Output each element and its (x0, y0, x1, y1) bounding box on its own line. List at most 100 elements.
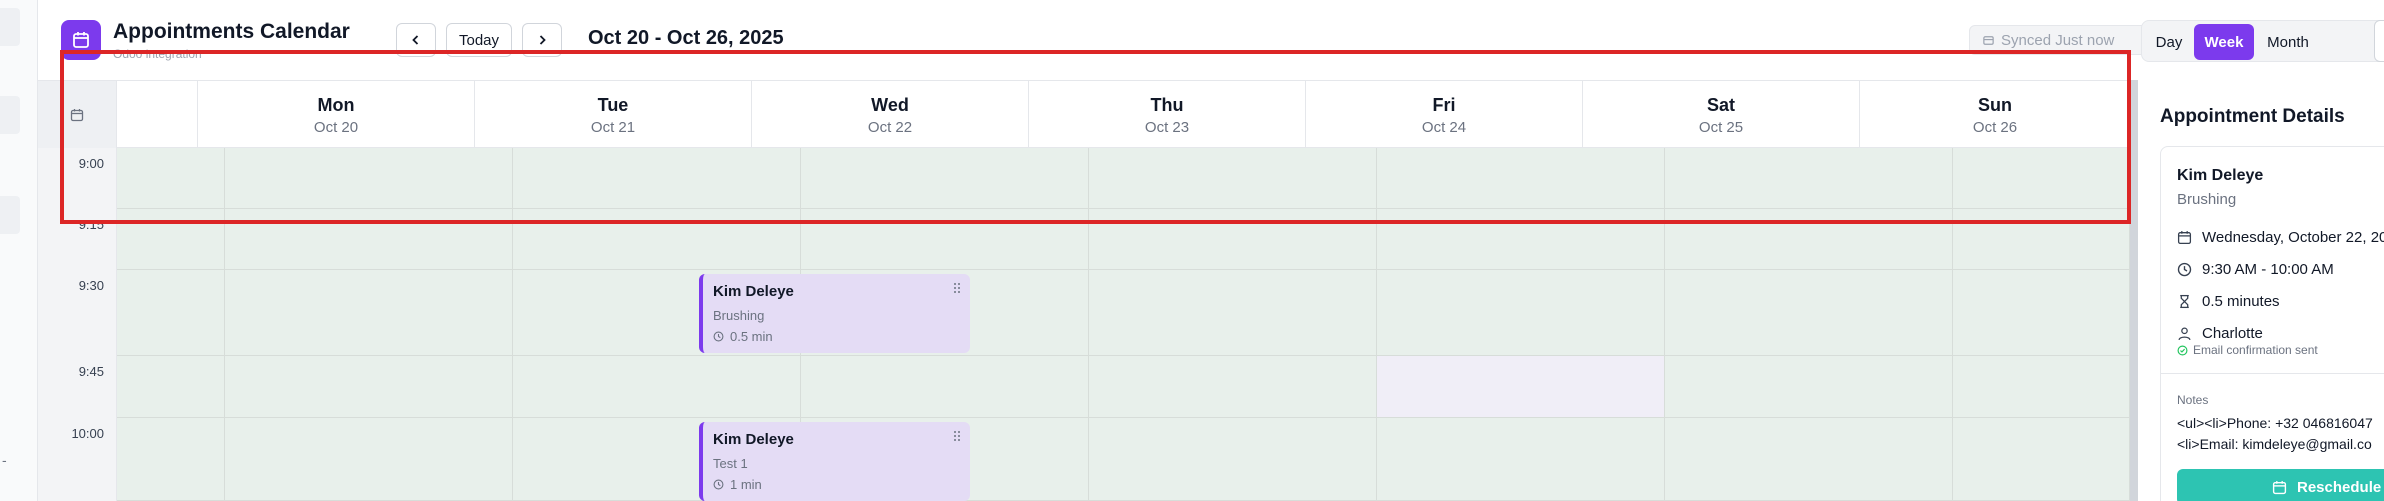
time-slot[interactable] (801, 148, 1089, 209)
detail-time-label: 9:30 AM - 10:00 AM (2202, 261, 2334, 278)
day-header-tue[interactable]: Tue Oct 21 (475, 81, 752, 148)
view-day-button[interactable]: Day (2146, 24, 2192, 60)
calendar-header: Appointments Calendar Odoo integration T… (38, 0, 2384, 80)
view-month-button[interactable]: Month (2256, 24, 2320, 60)
event-service: Brushing (713, 308, 765, 323)
day-name: Tue (597, 95, 629, 115)
time-column: 9:00 9:15 9:30 9:45 10:00 (38, 148, 117, 501)
next-week-button[interactable] (522, 23, 562, 57)
time-slot[interactable] (1953, 270, 2130, 356)
day-name: Sat (1706, 95, 1735, 115)
time-slot[interactable] (801, 356, 1089, 418)
day-date: Oct 26 (1972, 119, 2018, 136)
time-slot[interactable] (225, 418, 513, 501)
day-header-fri[interactable]: Fri Oct 24 (1306, 81, 1583, 148)
drag-handle-icon[interactable] (953, 282, 961, 294)
time-slot[interactable] (1953, 148, 2130, 209)
time-label: 9:45 (78, 364, 104, 379)
day-header-wed[interactable]: Wed Oct 22 (752, 81, 1029, 148)
user-icon (2178, 327, 2191, 341)
today-button[interactable]: Today (446, 23, 512, 57)
time-slot[interactable] (513, 148, 801, 209)
time-slot[interactable] (1665, 418, 1953, 501)
time-slot[interactable] (801, 209, 1089, 270)
app-root: - Appointments Calendar Odoo integration… (0, 0, 2384, 501)
day-header-mon[interactable]: Mon Oct 20 (198, 81, 475, 148)
time-slot[interactable] (225, 148, 513, 209)
detail-staff: Charlotte (2177, 325, 2263, 342)
time-slot[interactable] (1953, 209, 2130, 270)
day-name: Sun (1978, 95, 2012, 115)
reschedule-button[interactable]: Reschedule (2177, 469, 2384, 501)
event-duration: 1 min (713, 477, 960, 492)
view-week-button[interactable]: Week (2194, 24, 2254, 60)
time-slot[interactable] (117, 356, 225, 418)
calendar-icon (2177, 231, 2192, 245)
sidebar-strip: - (0, 0, 38, 501)
time-slot[interactable] (225, 209, 513, 270)
appointment-event[interactable]: Kim Deleye Brushing 0.5 min (699, 274, 970, 353)
clock-icon (713, 479, 724, 490)
week-calendar: Mon Oct 20 Tue Oct 21 Wed Oct 22 Thu Oct… (38, 80, 2138, 501)
time-slot[interactable] (1665, 270, 1953, 356)
day-header-sat[interactable]: Sat Oct 25 (1583, 81, 1860, 148)
slot-grid (117, 148, 2130, 501)
time-slot[interactable] (1953, 356, 2130, 418)
calendar-scrollbar[interactable] (2130, 80, 2138, 501)
time-slot[interactable] (513, 209, 801, 270)
chevron-left-icon (412, 35, 419, 45)
time-slot[interactable] (1089, 209, 1377, 270)
time-slot[interactable] (513, 356, 801, 418)
time-slot[interactable] (1089, 270, 1377, 356)
time-slot[interactable] (1953, 418, 2130, 501)
time-slot[interactable] (117, 270, 225, 356)
time-slot[interactable] (117, 418, 225, 501)
time-slot[interactable] (1665, 209, 1953, 270)
page-subtitle: Odoo integration (113, 47, 202, 61)
day-header-sun[interactable]: Sun Oct 26 (1860, 81, 2130, 148)
time-slot[interactable] (1377, 148, 1665, 209)
check-circle-icon (2177, 345, 2188, 355)
day-name: Thu (1150, 95, 1184, 115)
time-slot[interactable] (1089, 356, 1377, 418)
date-range: Oct 20 - Oct 26, 2025 (588, 27, 784, 49)
day-date: Oct 25 (1698, 119, 1744, 136)
time-slot[interactable] (1377, 209, 1665, 270)
sync-status-label: Synced Just now (2001, 31, 2115, 49)
hourglass-icon (2180, 294, 2189, 309)
sidebar-item[interactable] (0, 196, 20, 234)
time-slot[interactable] (1377, 270, 1665, 356)
detail-time: 9:30 AM - 10:00 AM (2177, 261, 2334, 278)
time-slot[interactable] (1089, 418, 1377, 501)
drag-handle-icon[interactable] (953, 430, 961, 442)
time-slot[interactable] (225, 270, 513, 356)
day-name: Mon (317, 95, 355, 115)
notes-label: Notes (2177, 393, 2209, 407)
time-slot[interactable] (225, 356, 513, 418)
time-slot[interactable] (1377, 418, 1665, 501)
day-header-thu[interactable]: Thu Oct 23 (1029, 81, 1306, 148)
sync-status[interactable]: Synced Just now (1969, 25, 2157, 55)
detail-date-label: Wednesday, October 22, 20 (2202, 229, 2384, 246)
sidebar-item[interactable] (0, 96, 20, 134)
time-slot[interactable] (1665, 356, 1953, 418)
time-slot[interactable] (1665, 148, 1953, 209)
prev-week-button[interactable] (396, 23, 436, 57)
time-slot[interactable] (1377, 356, 1665, 418)
event-duration-label: 0.5 min (730, 329, 773, 344)
header-extra-button[interactable] (2374, 20, 2384, 62)
time-label: 9:00 (78, 156, 104, 171)
reschedule-label: Reschedule (2297, 478, 2382, 496)
appointment-details-panel: Appointment Details Kim Deleye Brushing … (2138, 80, 2384, 501)
detail-duration-label: 0.5 minutes (2202, 293, 2280, 310)
detail-staff-label: Charlotte (2202, 325, 2263, 342)
event-duration: 0.5 min (713, 329, 960, 344)
sidebar-item[interactable] (0, 8, 20, 46)
time-slot[interactable] (1089, 148, 1377, 209)
event-client-name: Kim Deleye (713, 283, 794, 300)
time-slot[interactable] (117, 148, 225, 209)
header-spacer (117, 81, 198, 148)
time-slot[interactable] (117, 209, 225, 270)
appointment-event[interactable]: Kim Deleye Test 1 1 min (699, 422, 970, 501)
calendar-app-icon (61, 20, 101, 60)
